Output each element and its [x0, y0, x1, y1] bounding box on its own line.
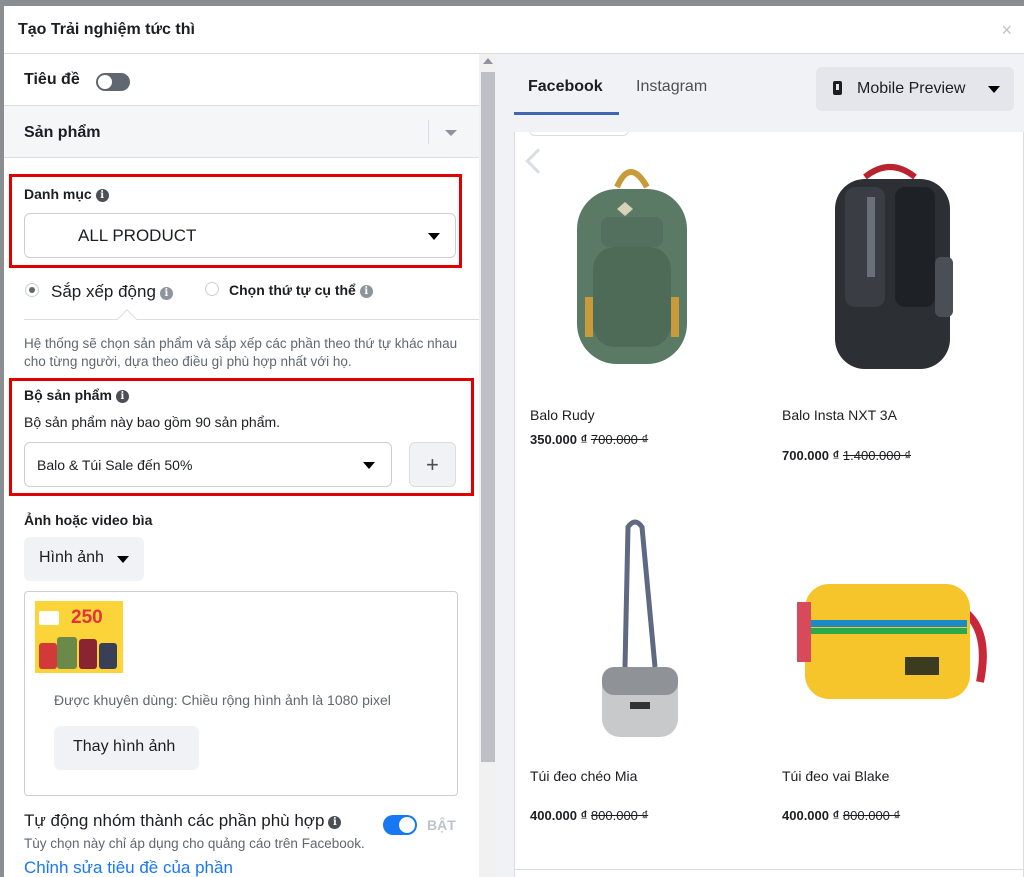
chevron-down-icon [428, 233, 440, 240]
product-image-black-backpack[interactable] [805, 157, 975, 377]
dialog-header: Tạo Trải nghiệm tức thì × [4, 6, 1024, 54]
cover-label: Ảnh hoặc video bìa [24, 512, 153, 528]
product-name: Balo Rudy [530, 407, 595, 423]
settings-pane: Tiêu đề Sản phẩm Danh mục i ALL PRODUCT S… [4, 54, 479, 877]
product-price: 700.000 ₫ [782, 448, 840, 463]
product-name: Túi đeo vai Blake [782, 768, 890, 784]
products-section-label: Sản phẩm [24, 124, 101, 141]
mobile-preview-label: Mobile Preview [857, 80, 966, 97]
product-old-price: 800.000 ₫ [842, 808, 901, 823]
sort-manual-radio[interactable] [205, 282, 219, 296]
cover-thumbnail: 250 [35, 601, 123, 687]
sort-pointer-notch [117, 309, 137, 329]
dialog-title: Tạo Trải nghiệm tức thì [18, 21, 195, 38]
sort-dynamic-label: Sắp xếp động [51, 282, 156, 301]
product-old-price: 700.000 ₫ [590, 432, 649, 447]
product-price-row: 700.000 ₫ 1.400.000 ₫ [782, 448, 911, 463]
bag-illustration [39, 643, 57, 669]
thumbnail-footer [35, 673, 123, 687]
product-name: Balo Insta NXT 3A [782, 407, 897, 423]
sale-amount-text: 250 [71, 607, 103, 628]
product-price-row: 400.000 ₫ 800.000 ₫ [530, 808, 648, 823]
bag-illustration [57, 637, 77, 669]
sale-badge [39, 611, 59, 625]
sort-description: Hệ thống sẽ chọn sản phẩm và sắp xếp các… [24, 336, 458, 369]
phone-icon [833, 81, 842, 95]
cover-recommendation: Được khuyên dùng: Chiều rộng hình ảnh là… [54, 692, 391, 708]
product-set-description: Bộ sản phẩm này bao gồm 90 sản phẩm. [24, 414, 281, 430]
info-icon[interactable]: i [95, 189, 109, 202]
product-set-label: Bộ sản phẩm [24, 387, 112, 403]
product-set-label-row: Bộ sản phẩm i [24, 387, 129, 403]
product-price-row: 350.000 ₫ 700.000 ₫ [530, 432, 648, 447]
product-price: 350.000 ₫ [530, 432, 588, 447]
category-select[interactable]: ALL PRODUCT [24, 213, 456, 258]
product-old-price: 1.400.000 ₫ [842, 448, 912, 463]
product-image-green-backpack[interactable] [555, 157, 705, 377]
bag-illustration [99, 643, 117, 669]
auto-group-note: Tùy chọn này chỉ áp dụng cho quảng cáo t… [24, 836, 365, 851]
close-icon[interactable]: × [1001, 20, 1012, 41]
sort-dynamic-row: Sắp xếp động i [51, 282, 173, 302]
sort-manual-label: Chọn thứ tự cụ thể [229, 282, 356, 298]
auto-group-row: Tự động nhóm thành các phần phù hợp i [24, 811, 342, 831]
product-price: 400.000 ₫ [782, 808, 840, 823]
divider [428, 120, 429, 144]
preview-pane: Facebook Instagram Mobile Preview Balo R… [497, 54, 1024, 877]
scrollbar-thumb[interactable] [481, 72, 495, 762]
replace-image-label: Thay hình ảnh [73, 738, 176, 755]
category-label: Danh mục [24, 186, 92, 202]
info-icon[interactable]: i [328, 816, 342, 829]
info-icon[interactable]: i [115, 390, 129, 403]
products-section-header[interactable]: Sản phẩm [4, 106, 479, 158]
sort-dynamic-radio[interactable] [25, 283, 39, 297]
product-image-crossbody-bag[interactable] [590, 517, 690, 747]
product-set-select[interactable]: Balo & Túi Sale đến 50% [24, 442, 392, 487]
preview-header-pill [529, 132, 629, 136]
chevron-down-icon [117, 556, 129, 563]
product-price-row: 400.000 ₫ 800.000 ₫ [782, 808, 900, 823]
product-image-yellow-shoulder-bag[interactable] [795, 572, 995, 712]
product-price: 400.000 ₫ [530, 808, 588, 823]
sort-pointer [24, 319, 479, 320]
mobile-preview-dropdown[interactable]: Mobile Preview [816, 67, 1014, 111]
scroll-up-arrow-icon[interactable] [483, 58, 493, 64]
edit-section-title-link[interactable]: Chỉnh sửa tiêu đề của phần [24, 858, 233, 877]
sort-manual-row: Chọn thứ tự cụ thể i [229, 282, 373, 298]
mobile-preview-card: Balo Rudy 350.000 ₫ 700.000 ₫ Balo Insta… [514, 132, 1024, 877]
product-set-select-value: Balo & Túi Sale đến 50% [37, 456, 193, 473]
category-label-row: Danh mục i [24, 186, 109, 202]
cover-type-button[interactable]: Hình ảnh [24, 537, 144, 581]
replace-image-button[interactable]: Thay hình ảnh [54, 726, 199, 770]
tab-facebook[interactable]: Facebook [528, 78, 603, 96]
instant-experience-dialog: Tạo Trải nghiệm tức thì × Tiêu đề Sản ph… [4, 6, 1024, 877]
card-divider [515, 869, 1023, 870]
chevron-down-icon [988, 86, 1000, 93]
active-tab-indicator [514, 112, 619, 115]
bag-illustration [79, 639, 97, 669]
product-name: Túi đeo chéo Mia [530, 768, 638, 784]
info-icon[interactable]: i [359, 285, 373, 298]
auto-group-toggle-label: BẬT [427, 817, 456, 833]
chevron-down-icon [363, 462, 375, 469]
info-icon[interactable]: i [159, 287, 173, 300]
add-product-set-button[interactable]: + [409, 442, 456, 487]
chevron-down-icon[interactable] [445, 130, 457, 136]
scrollbar[interactable] [479, 54, 497, 877]
auto-group-toggle[interactable] [383, 815, 417, 835]
product-old-price: 800.000 ₫ [590, 808, 649, 823]
cover-media-box: 250 Được khuyên dùng: Chiều rộng hình ản… [24, 591, 458, 796]
plus-icon: + [426, 452, 439, 477]
title-row: Tiêu đề [4, 54, 479, 106]
auto-group-label: Tự động nhóm thành các phần phù hợp [24, 811, 325, 830]
tab-instagram[interactable]: Instagram [636, 78, 707, 96]
chevron-left-icon[interactable] [525, 148, 551, 174]
title-toggle-label: Tiêu đề [24, 71, 80, 88]
category-select-value: ALL PRODUCT [78, 225, 197, 245]
cover-type-label: Hình ảnh [39, 549, 104, 566]
title-toggle[interactable] [96, 73, 130, 91]
